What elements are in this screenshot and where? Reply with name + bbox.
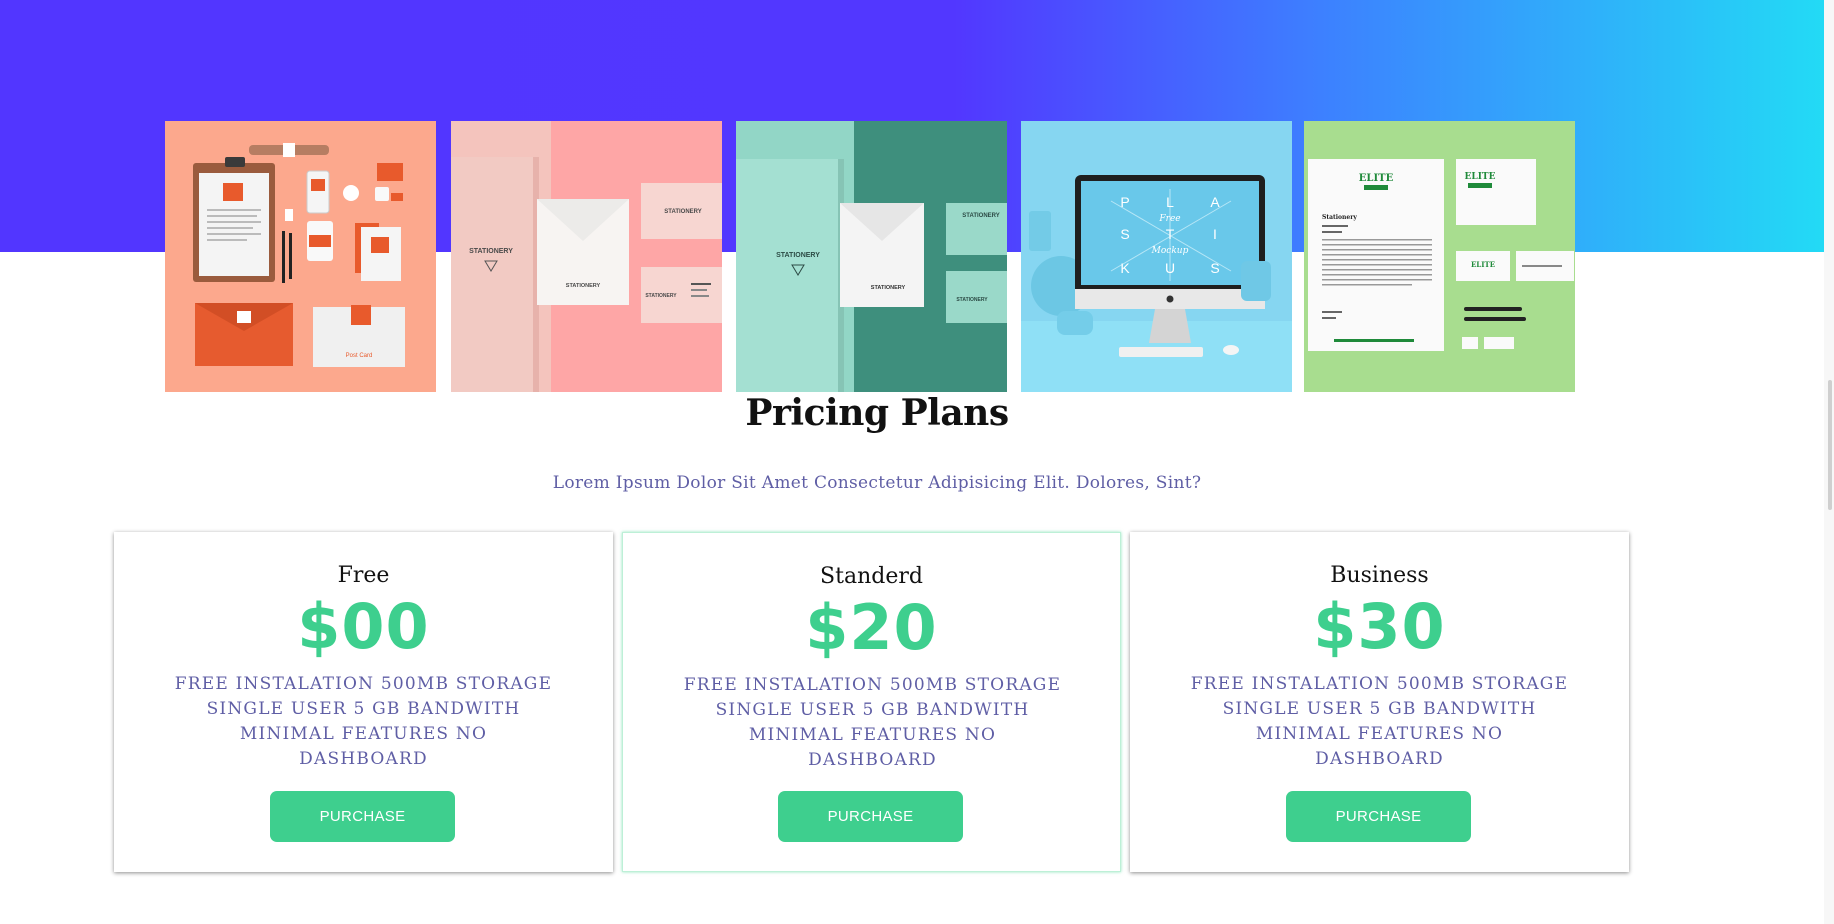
elite-small-card-logo: ELITE xyxy=(1471,260,1495,269)
gallery-item-stationery-teal[interactable]: STATIONERY STATIONERY STATIONERY STATION… xyxy=(736,121,1007,392)
pricing-card-business: Business $30 free instalation 500mb stor… xyxy=(1130,532,1629,872)
page-scrollbar[interactable] xyxy=(1824,0,1834,924)
plan-price: $30 xyxy=(1313,590,1446,663)
plan-features: free instalation 500mb storage single us… xyxy=(1190,674,1569,769)
gallery-item-stationery-pink[interactable]: STATIONERY STATIONERY STATIONERY STATION… xyxy=(451,121,722,392)
pricing-title: Pricing Plans xyxy=(745,392,1009,434)
mockup-free-text: Free xyxy=(1158,214,1180,224)
mockup-letter-s-2: S xyxy=(1210,260,1219,276)
mockup-mockup-text: Mockup xyxy=(1151,246,1189,256)
pricing-subtitle: Lorem Ipsum Dolor Sit Amet Consectetur A… xyxy=(552,473,1202,493)
apple-logo-icon xyxy=(1166,295,1174,303)
mockup-letter-a: A xyxy=(1210,194,1220,210)
branding-stationery-image: Post Card xyxy=(165,121,436,392)
plan-features: free instalation 500mb storage single us… xyxy=(174,674,553,769)
mockup-letter-p: P xyxy=(1120,194,1129,210)
mockup-letter-k: K xyxy=(1120,260,1130,276)
elite-card-logo: ELITE xyxy=(1465,172,1496,182)
purchase-button[interactable]: PURCHASE xyxy=(778,791,963,842)
mockup-letter-t: T xyxy=(1166,226,1175,242)
stationery-pink-image: STATIONERY STATIONERY STATIONERY STATION… xyxy=(451,121,722,392)
card-brand-text: STATIONERY xyxy=(664,209,702,215)
teal-card-brand-text-2: STATIONERY xyxy=(956,297,988,303)
mockup-letter-i: I xyxy=(1213,226,1217,242)
mockup-letter-l: L xyxy=(1166,194,1174,210)
plan-features: free instalation 500mb storage single us… xyxy=(683,675,1062,770)
gallery-item-branding-stationery[interactable]: Post Card xyxy=(165,121,436,392)
elite-doc-title: Stationery xyxy=(1322,214,1357,221)
teal-envelope-brand-text: STATIONERY xyxy=(871,285,906,291)
pricing-card-standerd: Standerd $20 free instalation 500mb stor… xyxy=(622,532,1121,872)
stationery-teal-image: STATIONERY STATIONERY STATIONERY STATION… xyxy=(736,121,1007,392)
plan-name: Business xyxy=(1330,563,1429,588)
portfolio-gallery: Post Card STATIONERY STATIONERY STATIONE… xyxy=(165,121,1575,392)
plan-price: $20 xyxy=(805,591,938,664)
gallery-item-free-mockup[interactable]: P L A S T I K U S Free Mockup xyxy=(1021,121,1292,392)
imac-mockup-image: P L A S T I K U S Free Mockup xyxy=(1021,121,1292,392)
elite-logo-text: ELITE xyxy=(1359,173,1394,184)
purchase-button[interactable]: PURCHASE xyxy=(270,791,455,842)
scrollbar-thumb[interactable] xyxy=(1828,380,1832,510)
stationery-brand-text: STATIONERY xyxy=(469,248,513,255)
envelope-brand-text: STATIONERY xyxy=(566,283,601,289)
post-card-label: Post Card xyxy=(346,353,373,359)
gallery-item-elite-stationery[interactable]: ELITE Stationery ELITE ELITE xyxy=(1304,121,1575,392)
elite-stationery-image: ELITE Stationery ELITE ELITE xyxy=(1304,121,1575,392)
plan-name: Free xyxy=(337,563,390,588)
teal-stationery-brand-text: STATIONERY xyxy=(776,252,820,259)
pricing-card-free: Free $00 free instalation 500mb storage … xyxy=(114,532,613,872)
plan-price: $00 xyxy=(297,590,430,663)
mockup-letter-s: S xyxy=(1120,226,1129,242)
purchase-button[interactable]: PURCHASE xyxy=(1286,791,1471,842)
card-brand-text-2: STATIONERY xyxy=(645,293,677,299)
mockup-letter-u: U xyxy=(1165,260,1175,276)
teal-card-brand-text: STATIONERY xyxy=(962,213,1000,219)
plan-name: Standerd xyxy=(820,564,923,589)
